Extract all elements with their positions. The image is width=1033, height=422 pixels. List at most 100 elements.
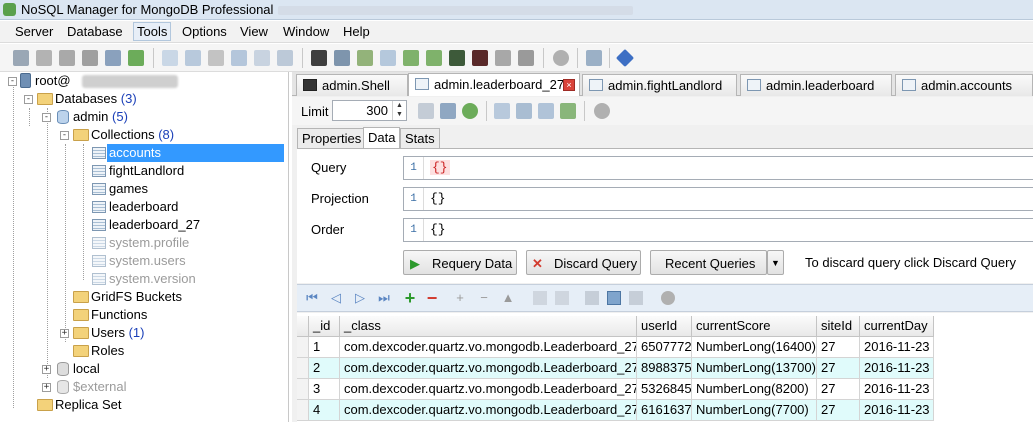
tree-collection-fightlandlord[interactable]: fightLandlord — [90, 162, 284, 180]
tree-icon[interactable] — [357, 50, 373, 66]
tree-collection-system-profile[interactable]: system.profile — [90, 234, 284, 252]
column-header[interactable]: _class — [340, 316, 637, 337]
tree-collection-system-version[interactable]: system.version — [90, 270, 284, 288]
menu-options[interactable]: Options — [182, 24, 227, 39]
insert-field-icon[interactable]: + — [453, 291, 467, 305]
first-record-icon[interactable]: ⏮ — [305, 291, 319, 305]
tree-node-admin[interactable]: - admin (5) — [0, 108, 289, 126]
disconnect-icon[interactable] — [36, 50, 52, 66]
last-record-icon[interactable]: ⏭ — [377, 291, 391, 305]
tree-collection-games[interactable]: games — [90, 180, 284, 198]
column-header[interactable]: currentScore — [692, 316, 817, 337]
expand-icon[interactable]: + — [60, 329, 69, 338]
keyboard-icon[interactable] — [518, 50, 534, 66]
tab-admin-fightlandlord[interactable]: admin.fightLandlord — [582, 74, 737, 96]
expand-all-icon[interactable] — [533, 291, 547, 305]
monitor-icon[interactable] — [449, 50, 465, 66]
table-row[interactable]: 1 com.dexcoder.quartz.vo.mongodb.Leaderb… — [297, 337, 1033, 358]
text-view-icon[interactable] — [629, 291, 643, 305]
tab-admin-shell[interactable]: admin.Shell — [296, 74, 408, 96]
tree-collection-leaderboard[interactable]: leaderboard — [90, 198, 284, 216]
refresh-icon[interactable] — [462, 103, 478, 119]
stop-monitor-icon[interactable] — [472, 50, 488, 66]
database-icon[interactable] — [59, 50, 75, 66]
menu-server[interactable]: Server — [15, 24, 53, 39]
table-row[interactable]: 3 com.dexcoder.quartz.vo.mongodb.Leaderb… — [297, 379, 1033, 400]
tree-view-icon[interactable] — [585, 291, 599, 305]
table-row[interactable]: 4 com.dexcoder.quartz.vo.mongodb.Leaderb… — [297, 400, 1033, 421]
import-icon[interactable] — [426, 50, 442, 66]
tree-collection-leaderboard-27[interactable]: leaderboard_27 — [90, 216, 284, 234]
table-icon[interactable] — [208, 50, 224, 66]
window-icon[interactable] — [334, 50, 350, 66]
tree-node-replica-set[interactable]: Replica Set — [0, 396, 289, 414]
expand-icon[interactable]: + — [42, 365, 51, 374]
function-icon[interactable] — [231, 50, 247, 66]
collapse-icon[interactable]: - — [60, 131, 69, 140]
tab-stats[interactable]: Stats — [400, 128, 440, 148]
filter-icon[interactable] — [440, 103, 456, 119]
plug-icon[interactable] — [105, 50, 121, 66]
expand-icon[interactable]: + — [42, 383, 51, 392]
list-icon[interactable] — [254, 50, 270, 66]
menu-window[interactable]: Window — [283, 24, 329, 39]
sort-icon[interactable]: ▲ — [501, 291, 515, 305]
tree-node-collections[interactable]: - Collections (8) — [0, 126, 289, 144]
tab-data[interactable]: Data — [363, 127, 401, 148]
add-record-icon[interactable]: + — [403, 289, 417, 307]
requery-data-button[interactable]: ▶ Requery Data — [403, 250, 517, 275]
gear-icon[interactable] — [553, 50, 569, 66]
column-header[interactable]: currentDay — [860, 316, 934, 337]
doc-icon[interactable] — [277, 50, 293, 66]
grid-icon[interactable] — [185, 50, 201, 66]
close-tab-icon[interactable]: × — [563, 79, 575, 91]
import-data-icon[interactable] — [560, 103, 576, 119]
copy-icon[interactable] — [380, 50, 396, 66]
connect-icon[interactable] — [13, 50, 29, 66]
chart-icon[interactable] — [586, 50, 602, 66]
tab-admin-leaderboard-27[interactable]: admin.leaderboard_27 × — [408, 73, 580, 96]
tree-node-local[interactable]: + local — [0, 360, 289, 378]
tree-node-roles[interactable]: Roles — [0, 342, 289, 360]
limit-spinner[interactable]: ▲ ▼ — [392, 101, 406, 120]
column-header[interactable]: _id — [309, 316, 340, 337]
query-editor[interactable]: 1 {} — [403, 156, 1033, 180]
tab-admin-leaderboard[interactable]: admin.leaderboard — [740, 74, 892, 96]
export-icon[interactable] — [403, 50, 419, 66]
tree-node-root[interactable]: - root@ — [0, 72, 289, 90]
menu-database[interactable]: Database — [67, 24, 123, 39]
gear-icon[interactable] — [661, 291, 675, 305]
edit-icon[interactable] — [82, 50, 98, 66]
menu-tools[interactable]: Tools — [133, 22, 172, 41]
limit-input[interactable]: 300 ▲ ▼ — [332, 100, 407, 121]
menu-view[interactable]: View — [240, 24, 268, 39]
info-icon[interactable] — [615, 48, 635, 68]
next-page-icon[interactable] — [418, 103, 434, 119]
export-data-icon[interactable] — [538, 103, 554, 119]
column-header[interactable]: siteId — [817, 316, 860, 337]
delete-record-icon[interactable]: − — [425, 289, 439, 307]
table-view-icon[interactable] — [607, 291, 621, 305]
collapse-icon[interactable]: - — [24, 95, 33, 104]
tab-properties[interactable]: Properties — [297, 128, 367, 148]
recent-queries-dropdown[interactable]: ▼ — [767, 250, 784, 275]
next-record-icon[interactable]: ▷ — [353, 291, 367, 305]
columns-icon[interactable] — [516, 103, 532, 119]
recent-queries-button[interactable]: Recent Queries — [650, 250, 767, 275]
new-doc-icon[interactable] — [162, 50, 178, 66]
tab-admin-accounts[interactable]: admin.accounts — [895, 74, 1033, 96]
projection-editor[interactable]: 1 {} — [403, 187, 1033, 211]
column-header[interactable]: userId — [637, 316, 692, 337]
tree-collection-system-users[interactable]: system.users — [90, 252, 284, 270]
table-row[interactable]: 2 com.dexcoder.quartz.vo.mongodb.Leaderb… — [297, 358, 1033, 379]
collapse-icon[interactable]: - — [8, 77, 17, 86]
refresh-icon[interactable] — [128, 50, 144, 66]
tree-node-gridfs[interactable]: GridFS Buckets — [0, 288, 289, 306]
discard-query-button[interactable]: ✕ Discard Query — [526, 250, 641, 275]
tree-node-functions[interactable]: Functions — [0, 306, 289, 324]
prev-record-icon[interactable]: ◁ — [329, 291, 343, 305]
collapse-icon[interactable]: - — [42, 113, 51, 122]
gear-icon[interactable] — [594, 103, 610, 119]
grid-view-icon[interactable] — [494, 103, 510, 119]
tree-collection-accounts[interactable]: accounts — [90, 144, 284, 162]
